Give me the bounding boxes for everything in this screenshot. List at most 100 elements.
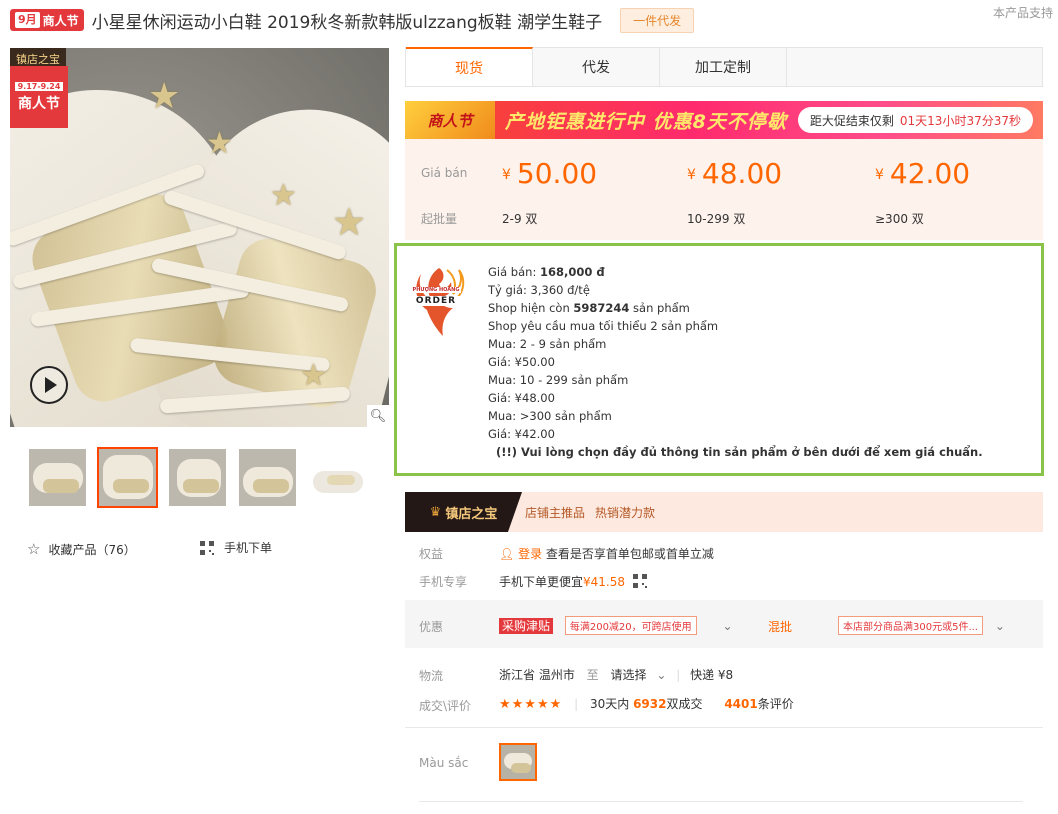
tier-line: Mua: 10 - 299 sản phẩm <box>488 373 629 387</box>
purchase-mode-tabs: 现货 代发 加工定制 <box>405 47 1043 87</box>
mobile-exclusive-label: 手机专享 <box>419 575 468 589</box>
festival-corner-badge: 9.17-9.24 商人节 <box>10 66 68 128</box>
divider <box>405 727 1043 728</box>
thumbnail[interactable] <box>237 447 298 508</box>
exchange-rate: Tỷ giá: 3,360 đ/tệ <box>488 283 590 297</box>
zoom-icon[interactable]: 🔍︎ <box>367 405 389 427</box>
thumbnail-strip <box>27 447 368 508</box>
mobile-exclusive-value[interactable]: 手机下单更便宜¥41.58 <box>499 573 657 590</box>
tab-custom[interactable]: 加工定制 <box>660 48 787 86</box>
festival-badge: 9月 商人节 <box>10 9 84 31</box>
promo-text: 产地钜惠进行中 优惠8天不停歇 <box>505 110 787 133</box>
play-video-icon[interactable] <box>30 366 68 404</box>
tier-line: Giá: ¥48.00 <box>488 391 555 405</box>
order-logo-line1: PHƯỢNG HOÀNG <box>411 287 461 293</box>
logistics-label: 物流 <box>419 669 444 683</box>
color-label: Màu sắc <box>419 756 469 770</box>
login-link[interactable]: 登录 <box>518 547 542 561</box>
store-treasure-bar: ♛ 镇店之宝 店铺主推品 热销潜力款 <box>405 492 1043 532</box>
qty-label: 起批量 <box>421 212 458 226</box>
reviews-count[interactable]: 4401 <box>724 697 757 711</box>
rights-label: 权益 <box>419 547 444 561</box>
tab-in-stock[interactable]: 现货 <box>406 47 533 86</box>
promo-banner[interactable]: 商人节 产地钜惠进行中 优惠8天不停歇 距大促结束仅剩 01天13小时37分37… <box>405 101 1043 139</box>
tab-dropship[interactable]: 代发 <box>533 48 660 86</box>
festival-corner-text: 商人节 <box>18 95 60 112</box>
countdown: 距大促结束仅剩 01天13小时37分37秒 <box>797 107 1033 133</box>
min-order: Shop yêu cầu mua tối thiểu 2 sản phẩm <box>488 319 719 333</box>
price-tier-2: ¥48.00 <box>687 157 783 190</box>
logistics-value: 浙江省 温州市 至 请选择 ⌄ | 快递 ¥8 <box>499 668 734 682</box>
countdown-label: 距大促结束仅剩 <box>809 113 894 128</box>
coupon-1[interactable]: 每满200减20，可跨店使用 <box>564 616 697 635</box>
tier-line: Giá: ¥50.00 <box>488 355 555 369</box>
promo-logo: 商人节 <box>405 101 495 139</box>
order-info-box: PHƯỢNG HOÀNG ORDER Giá bán: 168,000 đ Tỷ… <box>394 243 1044 476</box>
mobile-price: ¥41.58 <box>583 575 626 589</box>
thumbnail-active[interactable] <box>97 447 158 508</box>
star-outline-icon: ☆ <box>27 540 41 558</box>
discount-tag: 采购津贴 <box>499 618 554 634</box>
deals-value: ★★★★★ | 30天内 6932双成交 4401条评价 <box>499 697 794 712</box>
stock-count: 5987244 <box>573 301 630 315</box>
tier-line: Mua: >300 sản phẩm <box>488 409 612 423</box>
shipping-fee: 快递 ¥8 <box>690 668 734 682</box>
price-tier-1: ¥50.00 <box>502 157 598 190</box>
star-decoration-icon: ★ <box>332 200 367 244</box>
discount-value[interactable]: 采购津贴 每满200减20，可跨店使用 ⌄ <box>499 616 733 635</box>
tier-line: Giá: ¥42.00 <box>488 427 555 441</box>
festival-month: 9月 <box>15 12 40 28</box>
price-tier-3: ¥42.00 <box>875 157 971 190</box>
mixed-batch-label: 混批 <box>768 620 793 634</box>
price-label: Giá bán <box>421 166 468 180</box>
rights-value: 👤︎ 登录 查看是否享首单包邮或首单立减 <box>499 547 714 561</box>
thumbnail[interactable] <box>307 447 368 508</box>
crown-icon: ♛ <box>429 504 442 520</box>
discount-label: 优惠 <box>419 620 444 634</box>
qty-tier-1: 2-9 双 <box>502 212 538 226</box>
order-note: (!!) Vui lòng chọn đầy đủ thông tin sản … <box>496 445 983 459</box>
dropship-tag[interactable]: 一件代发 <box>620 7 695 33</box>
deals-count: 6932 <box>633 697 667 711</box>
product-title: 小星星休闲运动小白鞋 2019秋冬新款韩版ulzzang板鞋 潮学生鞋子 <box>91 12 603 33</box>
stock-line: Shop hiện còn 5987244 sản phẩm <box>488 301 690 315</box>
qty-tier-2: 10-299 双 <box>687 212 746 226</box>
tier-line: Mua: 2 - 9 sản phẩm <box>488 337 607 351</box>
thumbnail[interactable] <box>27 447 88 508</box>
divider <box>419 801 1023 802</box>
qr-code-icon <box>200 540 214 555</box>
chevron-down-icon[interactable]: ⌄ <box>656 668 666 682</box>
title-row: 9月 商人节 小星星休闲运动小白鞋 2019秋冬新款韩版ulzzang板鞋 潮学… <box>10 6 1058 34</box>
color-option-swatch[interactable] <box>499 743 537 781</box>
coupon-2[interactable]: 本店部分商品满300元或5件... <box>838 616 983 635</box>
sale-price: 168,000 đ <box>539 265 605 279</box>
chevron-down-icon[interactable]: ⌄ <box>995 619 1005 633</box>
star-decoration-icon: ★ <box>270 178 297 213</box>
qr-code-icon[interactable] <box>632 574 647 588</box>
star-decoration-icon: ★ <box>148 76 181 117</box>
main-product-image[interactable]: ★ ★ ★ ★ ★ 镇店之宝 9.17-9.24 商人节 🔍︎ <box>10 48 389 427</box>
qty-tier-3: ≥300 双 <box>875 212 924 226</box>
festival-corner-date: 9.17-9.24 <box>14 81 64 91</box>
sale-price-line: Giá bán: 168,000 đ <box>488 265 605 279</box>
price-box: Giá bán 起批量 ¥50.00 ¥48.00 ¥42.00 2-9 双 1… <box>405 139 1043 240</box>
star-decoration-icon: ★ <box>206 126 233 161</box>
store-bar-sub1: 店铺主推品 <box>525 505 586 520</box>
thumbnail[interactable] <box>167 447 228 508</box>
store-bar-sub2: 热销潜力款 <box>595 505 656 520</box>
festival-name: 商人节 <box>42 13 79 28</box>
treasure-badge: ♛ 镇店之宝 <box>405 492 522 532</box>
favorite-label: 收藏产品（76） <box>48 542 136 557</box>
mobile-order-label: 手机下单 <box>224 541 273 555</box>
rating-stars: ★★★★★ <box>499 697 563 712</box>
origin: 浙江省 温州市 <box>499 668 575 682</box>
order-logo-line2: ORDER <box>411 296 461 306</box>
mobile-order[interactable]: 手机下单 <box>200 539 272 556</box>
favorite-product[interactable]: ☆ 收藏产品（76） <box>27 540 136 558</box>
destination-select[interactable]: 请选择 <box>611 668 647 682</box>
order-details: Giá bán: 168,000 đ Tỷ giá: 3,360 đ/tệ Sh… <box>488 263 983 461</box>
deals-label: 成交\评价 <box>419 699 472 713</box>
mixed-batch-value[interactable]: 本店部分商品满300元或5件... ⌄ <box>838 616 1005 635</box>
chevron-down-icon[interactable]: ⌄ <box>722 619 732 633</box>
countdown-value: 01天13小时37分37秒 <box>899 113 1021 128</box>
